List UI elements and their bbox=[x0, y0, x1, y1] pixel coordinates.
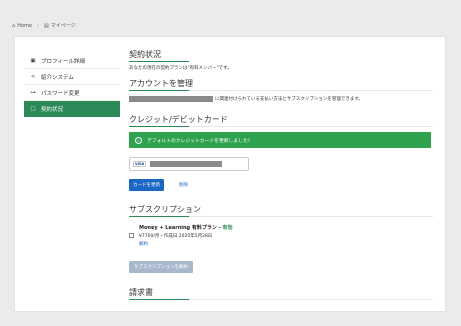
check-circle-icon: ✓ bbox=[135, 136, 142, 144]
breadcrumb-home-link[interactable]: Home bbox=[17, 23, 32, 29]
success-alert: ✓ デフォルトのクレジットカードを更新しました！ bbox=[129, 132, 431, 148]
plan-text: あなたの現在の契約プランは"有料メンバー"です。 bbox=[129, 66, 232, 71]
title-underline bbox=[129, 90, 189, 91]
subscription-checkbox[interactable] bbox=[129, 233, 134, 238]
title-underline bbox=[129, 126, 189, 127]
visa-icon: VISA bbox=[133, 161, 147, 167]
alert-text: デフォルトのクレジットカードを更新しました！ bbox=[147, 138, 253, 144]
key-icon: ⊶ bbox=[30, 89, 36, 96]
sidebar-item-label: 契約状況 bbox=[41, 107, 64, 113]
account-title: アカウントを管理 bbox=[129, 79, 193, 88]
sidebar-item-contract[interactable]: ▢ 契約状況 bbox=[24, 101, 120, 117]
sidebar-item-label: 紹介システム bbox=[41, 74, 74, 81]
account-description: に関連付けられている支払い方法とサブスクリプションを管理できます。 bbox=[215, 97, 363, 102]
subscription-title: サブスクリプション bbox=[129, 205, 201, 214]
redacted-email bbox=[129, 96, 213, 102]
title-underline bbox=[129, 61, 189, 62]
id-card-icon: ▣ bbox=[30, 57, 36, 64]
page-icon: ▤ bbox=[43, 22, 49, 29]
document-icon: ▢ bbox=[30, 106, 36, 112]
share-icon: < bbox=[30, 73, 36, 80]
delete-card-link[interactable]: 削除 bbox=[179, 182, 188, 188]
sidebar-item-label: プロフィール詳細 bbox=[41, 58, 85, 65]
title-underline bbox=[129, 299, 189, 300]
sidebar-item-password[interactable]: ⊶ パスワード変更 bbox=[24, 85, 120, 101]
subscription-cancel-link[interactable]: 解約 bbox=[139, 241, 148, 247]
mypage-card: ▣ プロフィール詳細 < 紹介システム ⊶ パスワード変更 ▢ 契約状況 契約状… bbox=[14, 36, 446, 312]
update-card-button[interactable]: カードを更新 bbox=[129, 179, 164, 191]
card-number-field[interactable]: VISA bbox=[129, 157, 249, 171]
title-underline bbox=[129, 216, 189, 217]
home-icon: ⌂ bbox=[12, 22, 16, 29]
breadcrumb-separator: › bbox=[36, 22, 39, 29]
subscription-name: Money + Learning 有料プラン - 有効 bbox=[139, 224, 232, 231]
subscription-detail: ¥7700/月・作成日 2020年5月28日 bbox=[139, 234, 213, 239]
sidebar-item-profile[interactable]: ▣ プロフィール詳細 bbox=[24, 53, 120, 69]
sidebar: ▣ プロフィール詳細 < 紹介システム ⊶ パスワード変更 ▢ 契約状況 bbox=[24, 53, 120, 117]
breadcrumb: ⌂ Home › ▤ マイページ bbox=[12, 22, 76, 30]
status-badge: 有効 bbox=[222, 225, 233, 231]
invoice-title: 請求書 bbox=[129, 288, 153, 297]
credit-card-title: クレジット/デビットカード bbox=[129, 115, 228, 124]
contract-title: 契約状況 bbox=[129, 50, 161, 59]
cancel-subscription-button[interactable]: サブスクリプションを解約 bbox=[129, 261, 193, 273]
sidebar-item-referral[interactable]: < 紹介システム bbox=[24, 69, 120, 85]
plan-name: Money + Learning 有料プラン bbox=[139, 225, 217, 231]
sidebar-item-label: パスワード変更 bbox=[41, 90, 80, 97]
breadcrumb-current: マイページ bbox=[50, 23, 76, 29]
redacted-card-number bbox=[150, 161, 223, 167]
